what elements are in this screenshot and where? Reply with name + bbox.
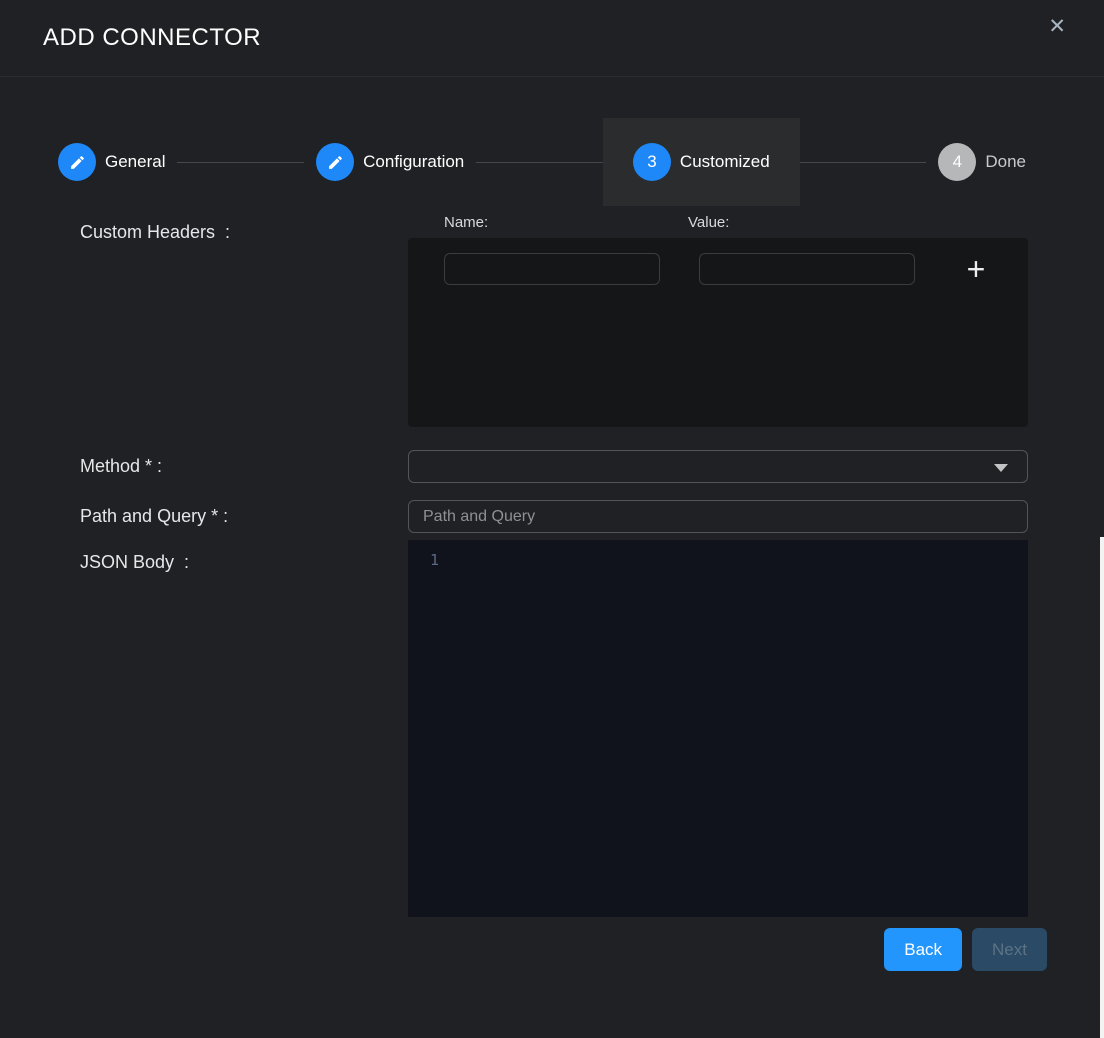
header-value-column-label: Value: bbox=[688, 214, 729, 231]
step-done[interactable]: 4 Done bbox=[926, 118, 1038, 206]
customized-form: Custom Headers : Name: Value: + Method *… bbox=[80, 212, 1104, 971]
path-query-field-cell bbox=[408, 500, 1028, 533]
close-icon[interactable]: ✕ bbox=[1048, 16, 1066, 37]
json-body-label: JSON Body : bbox=[80, 552, 189, 572]
modal-header: ADD CONNECTOR ✕ bbox=[0, 0, 1104, 77]
step-general-circle bbox=[58, 143, 96, 181]
custom-headers-label: Custom Headers : bbox=[80, 222, 230, 242]
json-body-field-cell: 1 bbox=[408, 540, 1028, 917]
add-connector-modal: ADD CONNECTOR ✕ General Configuration 3 … bbox=[0, 0, 1104, 1038]
pencil-icon bbox=[69, 154, 86, 171]
json-body-row: JSON Body : 1 bbox=[80, 540, 1104, 917]
step-configuration[interactable]: Configuration bbox=[304, 118, 476, 206]
custom-headers-panel: + bbox=[408, 238, 1028, 427]
back-button[interactable]: Back bbox=[884, 928, 962, 971]
step-configuration-circle bbox=[316, 143, 354, 181]
path-query-label-cell: Path and Query * : bbox=[80, 506, 408, 527]
step-customized-active[interactable]: 3 Customized bbox=[603, 118, 800, 206]
editor-line-number: 1 bbox=[408, 540, 439, 569]
custom-headers-label-cell: Custom Headers : bbox=[80, 212, 408, 427]
wizard-stepper: General Configuration 3 Customized 4 Don… bbox=[46, 118, 1038, 206]
header-name-column-label: Name: bbox=[444, 214, 488, 231]
step-general[interactable]: General bbox=[46, 118, 177, 206]
custom-headers-column-labels: Name: Value: bbox=[408, 212, 1028, 238]
path-query-label: Path and Query * : bbox=[80, 506, 228, 526]
step-connector-line bbox=[800, 162, 927, 163]
step-customized-label: Customized bbox=[680, 152, 770, 172]
next-button[interactable]: Next bbox=[972, 928, 1047, 971]
path-query-row: Path and Query * : bbox=[80, 500, 1104, 533]
path-query-input[interactable] bbox=[408, 500, 1028, 533]
footer-actions: Back Next bbox=[80, 928, 1104, 971]
custom-headers-row: Custom Headers : Name: Value: + bbox=[80, 212, 1104, 427]
method-label-cell: Method * : bbox=[80, 456, 408, 477]
method-row: Method * : bbox=[80, 450, 1104, 483]
json-body-editor[interactable]: 1 bbox=[408, 540, 1028, 917]
step-done-label: Done bbox=[985, 152, 1026, 172]
step-connector-line bbox=[177, 162, 304, 163]
step-configuration-label: Configuration bbox=[363, 152, 464, 172]
step-done-circle: 4 bbox=[938, 143, 976, 181]
step-general-label: General bbox=[105, 152, 165, 172]
method-label: Method * : bbox=[80, 456, 162, 476]
json-body-label-cell: JSON Body : bbox=[80, 540, 408, 917]
header-value-input[interactable] bbox=[699, 253, 915, 285]
step-customized-circle: 3 bbox=[633, 143, 671, 181]
chevron-down-icon bbox=[994, 464, 1008, 472]
custom-headers-field-cell: Name: Value: + bbox=[408, 212, 1028, 427]
method-select[interactable] bbox=[408, 450, 1028, 483]
scrollbar[interactable] bbox=[1100, 537, 1104, 1038]
header-name-input[interactable] bbox=[444, 253, 660, 285]
add-header-button[interactable]: + bbox=[953, 247, 999, 291]
method-field-cell bbox=[408, 450, 1028, 483]
modal-title: ADD CONNECTOR bbox=[0, 0, 1104, 76]
pencil-icon bbox=[327, 154, 344, 171]
step-connector-line bbox=[476, 162, 603, 163]
